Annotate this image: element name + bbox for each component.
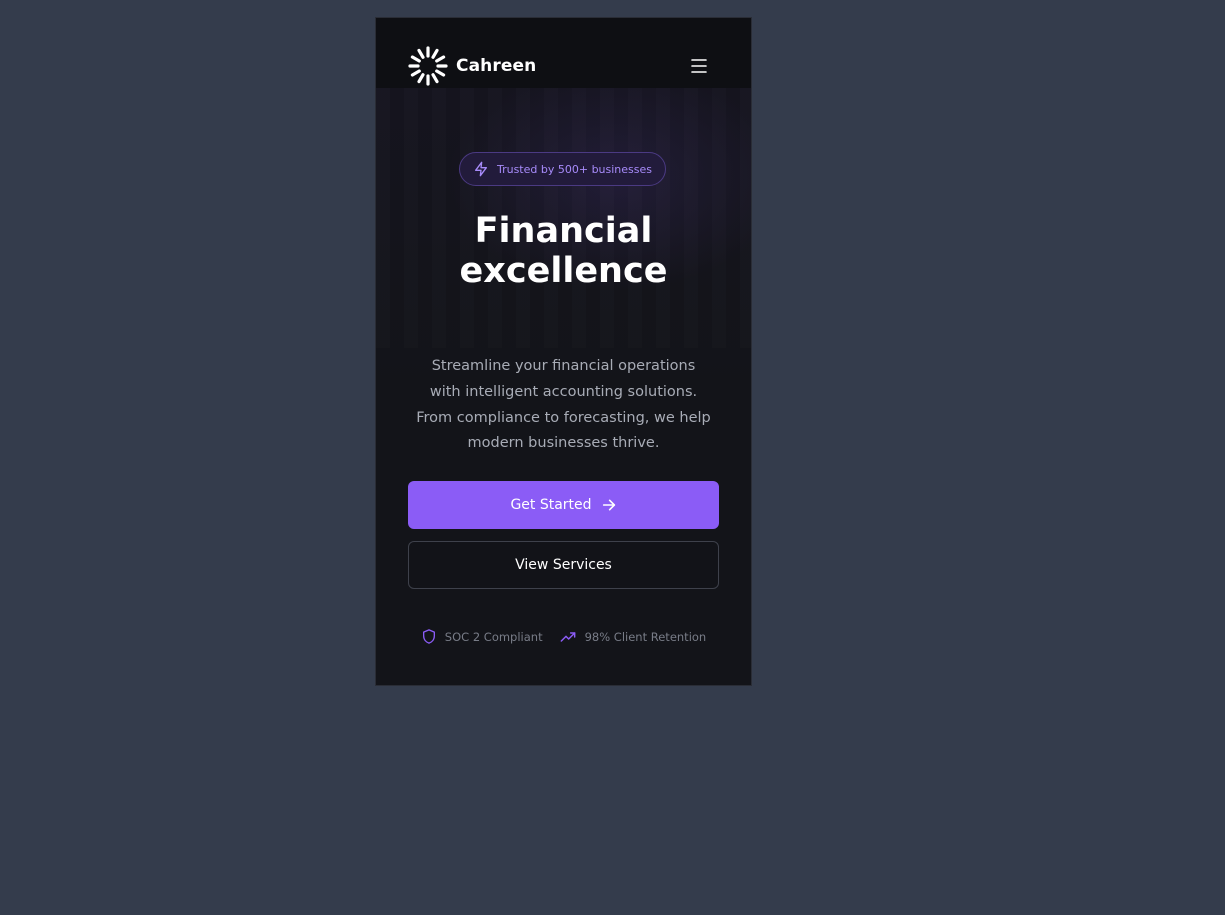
menu-button[interactable] — [684, 55, 714, 79]
arrow-right-icon — [602, 499, 615, 511]
trust-badge: Trusted by 500+ businesses — [459, 152, 666, 186]
sunburst-logo-icon — [408, 46, 448, 86]
logo-link[interactable]: Cahreen — [408, 46, 536, 86]
brand-name: Cahreen — [456, 56, 537, 76]
get-started-label: Get Started — [510, 497, 592, 513]
trust-item-soc2: SOC 2 Compliant — [421, 628, 543, 645]
hero-title-line1: Financial — [474, 211, 653, 251]
trust-item-retention-label: 98% Client Retention — [584, 629, 707, 644]
hero-title-line2: excellence — [459, 251, 668, 291]
hero-title: Financial excellence — [376, 211, 751, 291]
trust-item-soc2-label: SOC 2 Compliant — [444, 629, 543, 644]
trending-up-icon — [560, 631, 575, 642]
hero-description: Streamline your financial operations wit… — [416, 358, 711, 452]
view-services-button[interactable]: View Services — [408, 541, 719, 589]
lightning-icon — [474, 161, 487, 177]
hamburger-menu-icon — [691, 59, 707, 73]
shield-icon — [422, 629, 435, 644]
trust-badge-text: Trusted by 500+ businesses — [496, 162, 653, 176]
get-started-button[interactable]: Get Started — [408, 481, 719, 529]
site-header: Cahreen — [376, 18, 751, 88]
mobile-frame: Cahreen Trusted by 500+ businesses Finan… — [376, 18, 751, 685]
trust-indicators: SOC 2 Compliant 98% Client Retention — [376, 628, 751, 645]
trust-item-retention: 98% Client Retention — [559, 629, 707, 645]
